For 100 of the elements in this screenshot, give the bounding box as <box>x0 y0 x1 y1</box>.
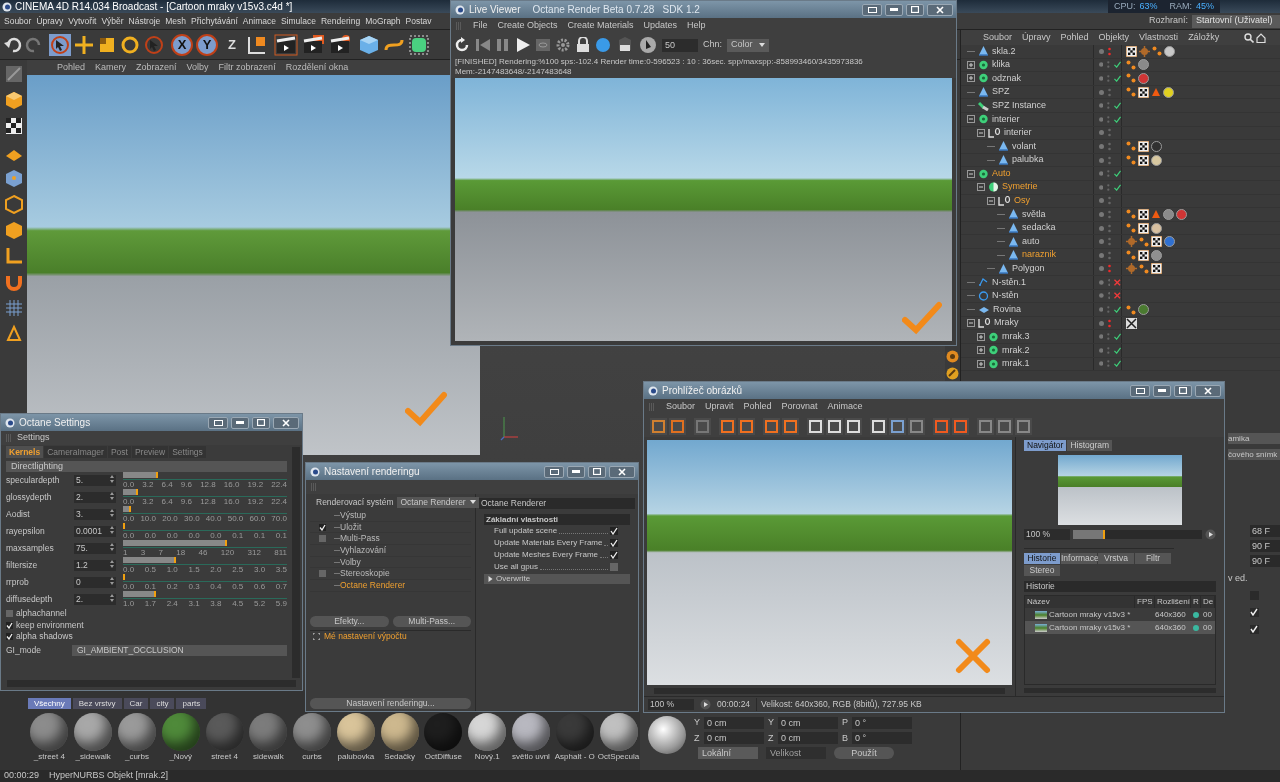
object-name[interactable]: Mraky <box>994 316 1019 330</box>
layer-tab[interactable]: Všechny <box>28 698 71 709</box>
renderer-dropdown[interactable]: Octane Renderer <box>397 496 479 508</box>
object-name[interactable]: odznak <box>992 71 1022 86</box>
number-field[interactable]: 1.2 <box>74 560 116 571</box>
number-field[interactable]: 5. <box>74 475 116 486</box>
menu-item[interactable]: Postav <box>405 14 432 28</box>
object-name[interactable]: palubka <box>1012 153 1044 167</box>
zoom-field[interactable]: 100 % <box>1024 529 1070 540</box>
render-settings-button[interactable]: Nastavení renderingu... <box>310 698 471 709</box>
menu-item[interactable]: Create Objects <box>497 19 558 33</box>
number-field[interactable]: 0.0001 <box>74 526 116 537</box>
column-header[interactable]: FPS <box>1135 596 1155 608</box>
object-name[interactable]: interier <box>992 112 1020 126</box>
menu-item[interactable]: Soubor <box>4 14 32 28</box>
object-name[interactable]: mrak.3 <box>1002 330 1030 344</box>
channel-dropdown[interactable]: Color <box>727 38 769 52</box>
settings-list-item[interactable]: Uložit <box>340 520 362 534</box>
menu-item[interactable]: Pohled <box>743 400 772 414</box>
tab[interactable]: Preview <box>131 446 169 458</box>
object-name[interactable]: mrak.2 <box>1002 343 1030 358</box>
object-name[interactable]: Polygon <box>1012 262 1045 276</box>
menu-item[interactable]: Soubor <box>983 30 1013 45</box>
object-name[interactable]: sedacka <box>1022 221 1056 235</box>
menu-item[interactable]: Create Materials <box>567 19 634 33</box>
viewport-menu-item[interactable]: Volby <box>186 60 209 75</box>
coordinate-field[interactable]: 0 cm <box>704 716 764 729</box>
frame-field[interactable]: 90 F <box>1250 555 1280 567</box>
menu-item[interactable]: Porovnat <box>781 400 818 414</box>
history-row[interactable]: Cartoon mraky v15v3 * 640x360 00 <box>1025 608 1215 621</box>
tab[interactable]: Settings <box>169 446 206 458</box>
menu-item[interactable]: Přichytávání <box>191 14 238 28</box>
tab[interactable]: Histogram <box>1067 440 1113 451</box>
frame-field[interactable]: 68 F <box>1250 525 1280 537</box>
history-row[interactable]: Cartoon mraky v15v3 * 640x360 00 <box>1025 621 1215 634</box>
column-header[interactable]: Název <box>1025 596 1135 608</box>
coordinate-field[interactable]: 0 ° <box>852 716 912 729</box>
menu-item[interactable]: Rendering <box>320 14 361 28</box>
menu-item[interactable]: Výběr <box>101 14 124 28</box>
menu-item[interactable]: Animace <box>242 14 276 28</box>
axis-lock-button[interactable]: Z <box>221 33 243 56</box>
settings-list-item[interactable]: Octane Renderer <box>340 579 406 592</box>
viewport-menu-item[interactable]: Kamery <box>95 60 127 75</box>
object-name[interactable]: Symetrie <box>1002 180 1038 194</box>
apply-button[interactable]: Použít <box>834 747 894 759</box>
menu-item[interactable]: Animace <box>827 400 863 414</box>
layer-tab[interactable]: Bez vrstvy <box>72 698 122 709</box>
samples-field[interactable]: 50 <box>662 38 698 52</box>
menu-item[interactable]: Pohled <box>1060 30 1089 45</box>
menu-item[interactable]: Vytvořit <box>68 14 97 28</box>
object-name[interactable]: Osy <box>1014 194 1030 208</box>
zoom-field[interactable]: 100 % <box>648 699 694 710</box>
column-header[interactable]: Rozlišení <box>1155 596 1191 608</box>
tab[interactable]: Post <box>107 446 131 458</box>
object-name[interactable]: světla <box>1022 207 1046 222</box>
mode-dropdown[interactable]: GI_AMBIENT_OCCLUSION <box>72 645 287 656</box>
object-name[interactable]: naraznik <box>1022 248 1057 262</box>
object-name[interactable]: interier <box>1004 126 1032 140</box>
column-header[interactable]: De <box>1201 596 1215 608</box>
button[interactable]: Efekty... <box>310 615 389 627</box>
object-name[interactable]: auto <box>1022 234 1040 249</box>
object-name[interactable]: Auto <box>992 166 1011 181</box>
menu-item[interactable]: Help <box>687 19 706 33</box>
object-name[interactable]: mrak.1 <box>1002 357 1030 371</box>
menu-item[interactable]: Záložky <box>1188 30 1220 45</box>
settings-list-item[interactable]: Vyhlazování <box>340 544 386 557</box>
object-name[interactable]: N-stěn.1 <box>992 275 1026 290</box>
object-name[interactable]: skla.2 <box>992 45 1016 59</box>
layer-tab[interactable]: city <box>150 698 175 709</box>
menu-item[interactable]: Vlastnosti <box>1139 30 1179 45</box>
tab[interactable]: Vrstva <box>1098 553 1134 564</box>
viewport-menu-item[interactable]: Filtr zobrazení <box>218 60 276 75</box>
collapsible-group[interactable]: Overwrite <box>484 574 630 584</box>
tab[interactable]: Stereo <box>1024 565 1060 576</box>
tab[interactable]: CameraImager <box>44 446 107 458</box>
coordinate-field[interactable]: 0 ° <box>852 732 912 745</box>
coordinate-field[interactable]: 0 cm <box>778 716 838 729</box>
tab[interactable]: Navigátor <box>1024 440 1067 451</box>
viewport-menu-item[interactable]: Rozdělení okna <box>285 60 349 75</box>
frame-field[interactable]: 90 F <box>1250 540 1280 552</box>
menu-item[interactable]: Soubor <box>666 400 696 414</box>
preset-item[interactable]: Mé nastavení výpočtu <box>324 630 407 644</box>
object-name[interactable]: Rovina <box>993 302 1021 317</box>
menu-item[interactable]: Objekty <box>1098 30 1130 45</box>
mode-dropdown[interactable]: Lokální <box>698 747 758 759</box>
number-field[interactable]: 75. <box>74 543 116 554</box>
object-name[interactable]: volant <box>1012 139 1037 154</box>
settings-list-item[interactable]: Multi-Pass <box>340 532 380 546</box>
number-field[interactable]: 0 <box>74 577 116 588</box>
settings-list-item[interactable]: Volby <box>340 555 361 569</box>
tab[interactable]: Informace <box>1061 553 1097 564</box>
viewport-menu-item[interactable]: Zobrazení <box>136 60 177 75</box>
object-name[interactable]: N-stěn <box>992 289 1019 303</box>
menu-item[interactable]: Úpravy <box>36 14 64 28</box>
settings-list-item[interactable]: Výstup <box>340 508 366 522</box>
object-name[interactable]: SPZ Instance <box>992 98 1047 113</box>
menu-item[interactable]: Upravit <box>705 400 734 414</box>
axis-lock-button[interactable]: Y <box>196 33 218 56</box>
tab[interactable]: Kernels <box>6 446 44 458</box>
menu-item[interactable]: Nástroje <box>128 14 161 28</box>
